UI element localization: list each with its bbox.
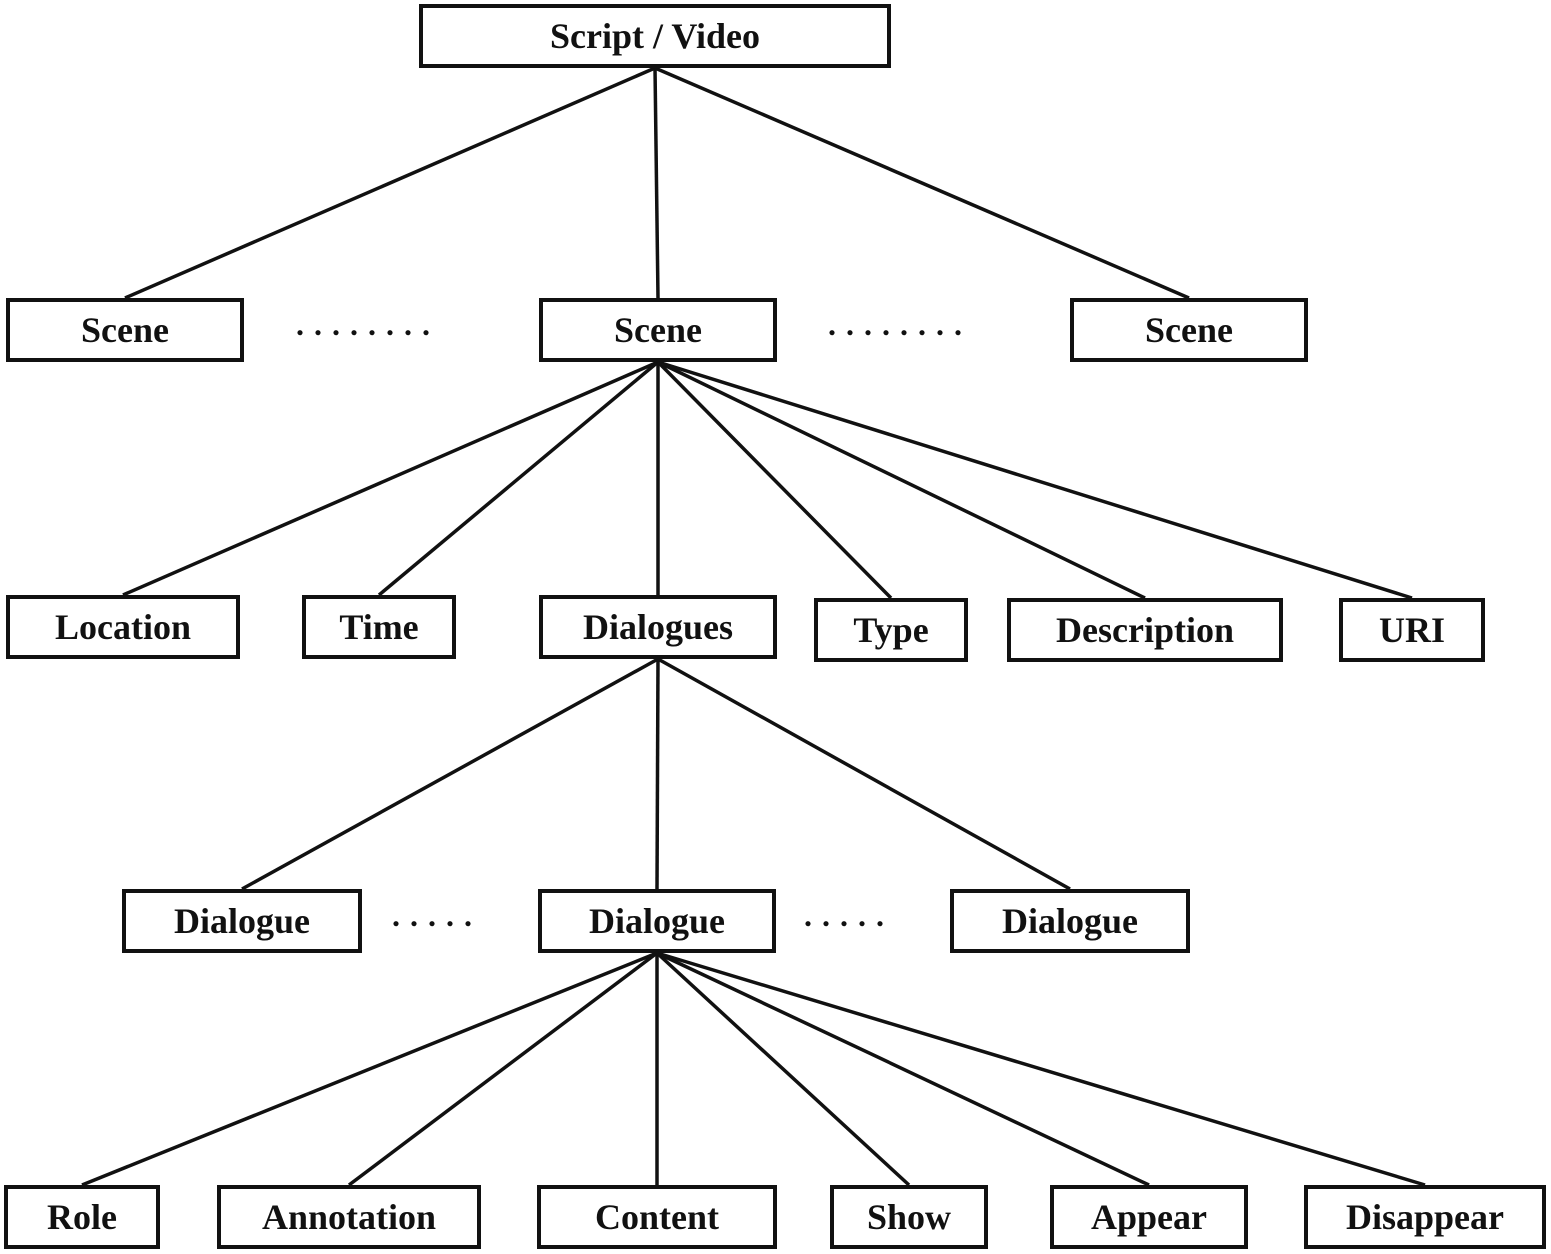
edge-dialogue_mid-to-annotation	[347, 951, 659, 1187]
edge-dialogues-to-dialogue_right	[657, 657, 1071, 891]
ellipsis-dialogue-right: .....	[804, 897, 894, 933]
node-script-video: Script / Video	[419, 4, 891, 68]
edge-root-to-scene_right	[654, 66, 1190, 300]
node-role: Role	[4, 1185, 160, 1249]
edge-scene_mid-to-description	[657, 360, 1146, 600]
node-type: Type	[814, 598, 968, 662]
node-uri: URI	[1339, 598, 1485, 662]
node-location: Location	[6, 595, 240, 659]
node-annotation: Annotation	[217, 1185, 481, 1249]
node-scene-right: Scene	[1070, 298, 1308, 362]
node-scene-middle: Scene	[539, 298, 777, 362]
edge-dialogues-to-dialogue_mid	[655, 658, 660, 890]
edge-dialogue_mid-to-role	[81, 951, 658, 1187]
ellipsis-scene-left: ........	[296, 306, 440, 342]
node-dialogues: Dialogues	[539, 595, 777, 659]
edge-dialogue_mid-to-disappear	[656, 951, 1426, 1187]
edge-dialogue_mid-to-appear	[656, 951, 1150, 1187]
node-disappear: Disappear	[1304, 1185, 1546, 1249]
node-description: Description	[1007, 598, 1283, 662]
node-appear: Appear	[1050, 1185, 1248, 1249]
edge-scene_mid-to-uri	[657, 360, 1413, 600]
edge-dialogues-to-dialogue_left	[241, 657, 659, 891]
node-dialogue-right: Dialogue	[950, 889, 1190, 953]
node-dialogue-middle: Dialogue	[538, 889, 776, 953]
edge-root-to-scene_left	[124, 66, 656, 300]
edge-scene_mid-to-time	[377, 360, 660, 597]
node-content: Content	[537, 1185, 777, 1249]
node-scene-left: Scene	[6, 298, 244, 362]
edge-scene_mid-to-location	[122, 360, 659, 597]
node-show: Show	[830, 1185, 988, 1249]
edge-root-to-scene_mid	[653, 67, 660, 299]
node-time: Time	[302, 595, 456, 659]
node-dialogue-left: Dialogue	[122, 889, 362, 953]
edge-dialogue_mid-to-show	[655, 951, 911, 1187]
ellipsis-scene-right: ........	[828, 306, 972, 342]
ellipsis-dialogue-left: .....	[392, 897, 482, 933]
